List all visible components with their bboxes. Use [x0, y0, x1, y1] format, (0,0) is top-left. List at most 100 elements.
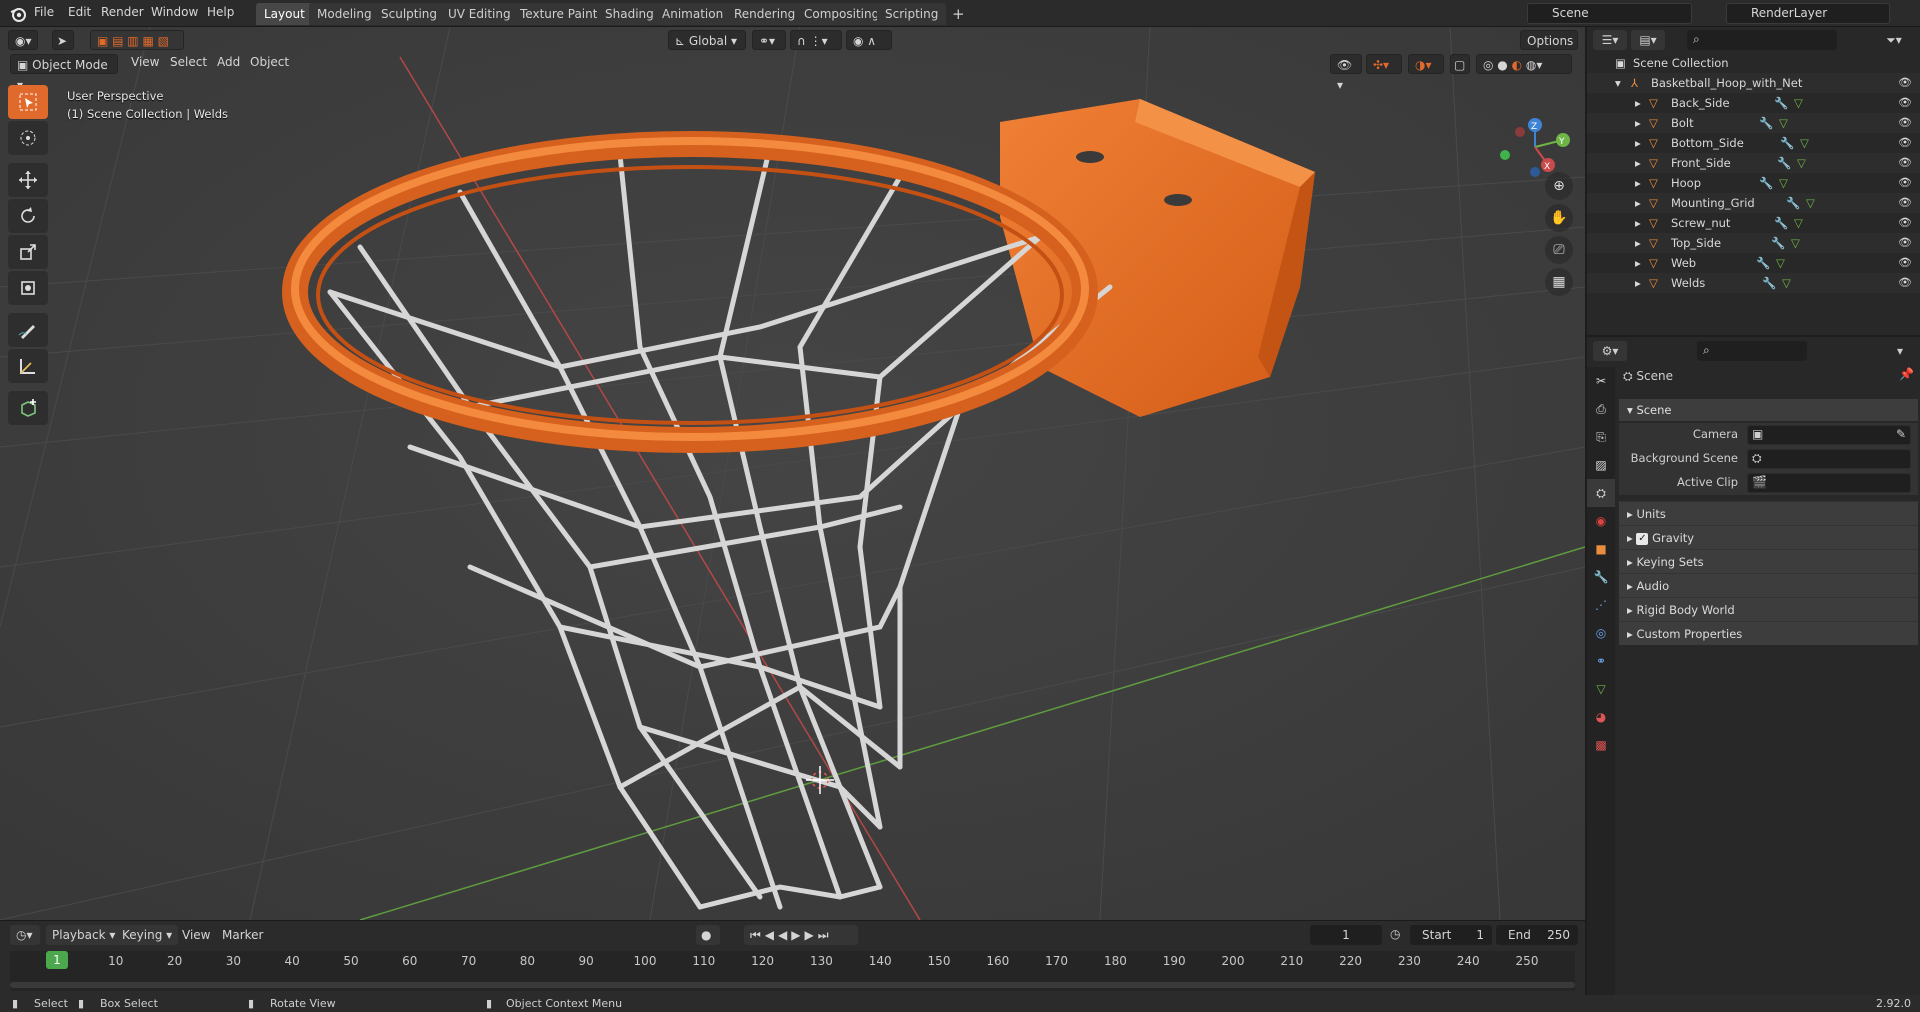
menu-window[interactable]: Window — [151, 5, 198, 19]
expand-arrow-icon[interactable]: ▾ — [1615, 73, 1621, 93]
properties-options-button[interactable]: ▾ — [1897, 341, 1915, 361]
tab-layout[interactable]: Layout — [256, 3, 313, 25]
custom-properties-panel-header[interactable]: ▸ Custom Properties — [1619, 621, 1918, 645]
background-scene-field[interactable]: ⛭ — [1747, 449, 1911, 469]
select-tool-button[interactable]: ➤ — [52, 30, 74, 50]
display-mode-dropdown[interactable]: ▤▾ — [1631, 30, 1665, 50]
outliner-item[interactable]: ▸ ▽ Back_Side 🔧 ▽ 👁 — [1587, 93, 1920, 113]
modifier-icon[interactable]: 🔧 — [1771, 233, 1785, 253]
filter-button[interactable]: ⏷▾ — [1877, 30, 1911, 50]
mesh-data-icon[interactable]: ▽ — [1779, 173, 1788, 193]
eye-icon[interactable]: 👁 — [1898, 76, 1912, 90]
hand-icon[interactable]: ✋ — [1545, 204, 1573, 232]
playback-menu[interactable]: Playback ▾ — [46, 925, 122, 945]
add-workspace-button[interactable]: + — [944, 3, 973, 25]
eye-icon[interactable]: 👁 — [1898, 116, 1912, 130]
auto-key-button[interactable]: ● — [696, 925, 720, 945]
eye-icon[interactable]: 👁 — [1898, 96, 1912, 110]
menu-edit[interactable]: Edit — [68, 5, 91, 19]
active-clip-field[interactable]: 🎬 — [1747, 473, 1911, 493]
object-mode-dropdown[interactable]: ▣ Object Mode ▾ — [10, 54, 118, 92]
tab-physics[interactable]: ◎ — [1587, 619, 1615, 647]
tab-constraints[interactable]: ⚭ — [1587, 647, 1615, 675]
gravity-panel-header[interactable]: ▸ ✓ Gravity — [1619, 525, 1918, 549]
modifier-icon[interactable]: 🔧 — [1774, 213, 1788, 233]
tab-tool[interactable]: ✂ — [1587, 367, 1615, 395]
mesh-data-icon[interactable]: ▽ — [1794, 93, 1803, 113]
mesh-data-icon[interactable]: ▽ — [1806, 193, 1815, 213]
tab-world[interactable]: ◉ — [1587, 507, 1615, 535]
menu-help[interactable]: Help — [207, 5, 234, 19]
tab-shading[interactable]: Shading — [597, 3, 662, 25]
tool-add-cube[interactable] — [8, 391, 48, 425]
camera-field[interactable]: ▣ ✎ — [1747, 425, 1911, 445]
gizmo-toggle[interactable]: ✣▾ — [1366, 54, 1402, 74]
pin-icon[interactable]: 📌 — [1899, 367, 1914, 381]
mesh-data-icon[interactable]: ▽ — [1782, 273, 1791, 293]
tab-particles[interactable]: ⋰ — [1587, 591, 1615, 619]
menu-object[interactable]: Object — [250, 55, 289, 69]
playback-controls[interactable]: ⏮◀◀▶▶⏭ — [744, 925, 858, 945]
tool-transform[interactable] — [8, 271, 48, 305]
outliner-item[interactable]: ▸ ▽ Front_Side 🔧 ▽ 👁 — [1587, 153, 1920, 173]
audio-panel-header[interactable]: ▸ Audio — [1619, 573, 1918, 597]
expand-arrow-icon[interactable]: ▸ — [1635, 273, 1641, 293]
eye-icon[interactable]: 👁 — [1898, 196, 1912, 210]
rigid-body-world-panel-header[interactable]: ▸ Rigid Body World — [1619, 597, 1918, 621]
gravity-checkbox[interactable]: ✓ — [1636, 532, 1649, 545]
eyedropper-icon[interactable]: ✎ — [1896, 427, 1906, 441]
modifier-icon[interactable]: 🔧 — [1759, 113, 1773, 133]
eye-icon[interactable]: 👁 — [1898, 276, 1912, 290]
modifier-icon[interactable]: 🔧 — [1774, 93, 1788, 113]
select-mode-group[interactable]: ▣ ▤ ▥ ▦ ▧ — [90, 30, 184, 50]
start-frame-field[interactable]: Start 1 — [1410, 925, 1492, 945]
editor-type-button[interactable]: ◉▾ — [8, 30, 38, 50]
keying-menu[interactable]: Keying ▾ — [116, 925, 179, 945]
tab-view-layer[interactable]: ▨ — [1587, 451, 1615, 479]
tool-move[interactable] — [8, 163, 48, 197]
outliner-item[interactable]: ▸ ▽ Mounting_Grid 🔧 ▽ 👁 — [1587, 193, 1920, 213]
expand-arrow-icon[interactable]: ▸ — [1635, 133, 1641, 153]
tool-measure[interactable] — [8, 349, 48, 383]
scene-canvas[interactable]: Z Y X — [0, 27, 1585, 920]
tool-cursor[interactable] — [8, 121, 48, 155]
menu-view[interactable]: View — [131, 55, 159, 69]
transform-orientation-dropdown[interactable]: ⊾ Global ▾ — [668, 30, 746, 50]
3d-viewport[interactable]: Z Y X ◉▾ ➤ ▣ ▤ ▥ ▦ ▧ ▣ Object Mode ▾ Vie… — [0, 27, 1585, 920]
outliner-item[interactable]: ▸ ▽ Bottom_Side 🔧 ▽ 👁 — [1587, 133, 1920, 153]
mesh-data-icon[interactable]: ▽ — [1797, 153, 1806, 173]
outliner-item[interactable]: ▸ ▽ Bolt 🔧 ▽ 👁 — [1587, 113, 1920, 133]
camera-icon[interactable]: ⎚ — [1545, 236, 1573, 264]
mesh-data-icon[interactable]: ▽ — [1791, 233, 1800, 253]
tab-modeling[interactable]: Modeling — [309, 3, 380, 25]
zoom-icon[interactable]: ⊕ — [1545, 172, 1573, 200]
scene-selector[interactable]: Scene — [1527, 3, 1692, 24]
frame-ruler[interactable]: 1 10 20 30 40 50 60 70 80 90 100 110 120 130 140 150 16… — [10, 951, 1575, 991]
frame-cursor[interactable]: 1 — [46, 951, 68, 969]
pivot-point-button[interactable]: ⚭▾ — [752, 30, 786, 50]
stopwatch-icon[interactable]: ◷ — [1390, 927, 1400, 941]
expand-arrow-icon[interactable]: ▸ — [1635, 193, 1641, 213]
tab-scene[interactable]: ⛭ — [1587, 479, 1615, 507]
tab-data[interactable]: ▽ — [1587, 675, 1615, 703]
outliner-item[interactable]: ▸ ▽ Screw_nut 🔧 ▽ 👁 — [1587, 213, 1920, 233]
tab-compositing[interactable]: Compositing — [796, 3, 888, 25]
tab-sculpting[interactable]: Sculpting — [373, 3, 446, 25]
shading-modes[interactable]: ◎ ● ◐ ◍▾ — [1476, 54, 1572, 74]
mesh-data-icon[interactable]: ▽ — [1776, 253, 1785, 273]
scene-panel-header[interactable]: ▾ Scene — [1619, 399, 1918, 421]
mesh-data-icon[interactable]: ▽ — [1794, 213, 1803, 233]
tab-texture-paint[interactable]: Texture Paint — [512, 3, 606, 25]
menu-file[interactable]: File — [34, 5, 54, 19]
tab-modifiers[interactable]: 🔧 — [1587, 563, 1615, 591]
modifier-icon[interactable]: 🔧 — [1786, 193, 1800, 213]
modifier-icon[interactable]: 🔧 — [1762, 273, 1776, 293]
timeline-view-menu[interactable]: View — [176, 925, 216, 945]
expand-arrow-icon[interactable]: ▸ — [1635, 93, 1641, 113]
tab-object[interactable]: ■ — [1587, 535, 1615, 563]
tab-material[interactable]: ◕ — [1587, 703, 1615, 731]
menu-add[interactable]: Add — [217, 55, 240, 69]
expand-arrow-icon[interactable]: ▸ — [1635, 213, 1641, 233]
modifier-icon[interactable]: 🔧 — [1756, 253, 1770, 273]
grid-icon[interactable]: ▦ — [1545, 268, 1573, 296]
